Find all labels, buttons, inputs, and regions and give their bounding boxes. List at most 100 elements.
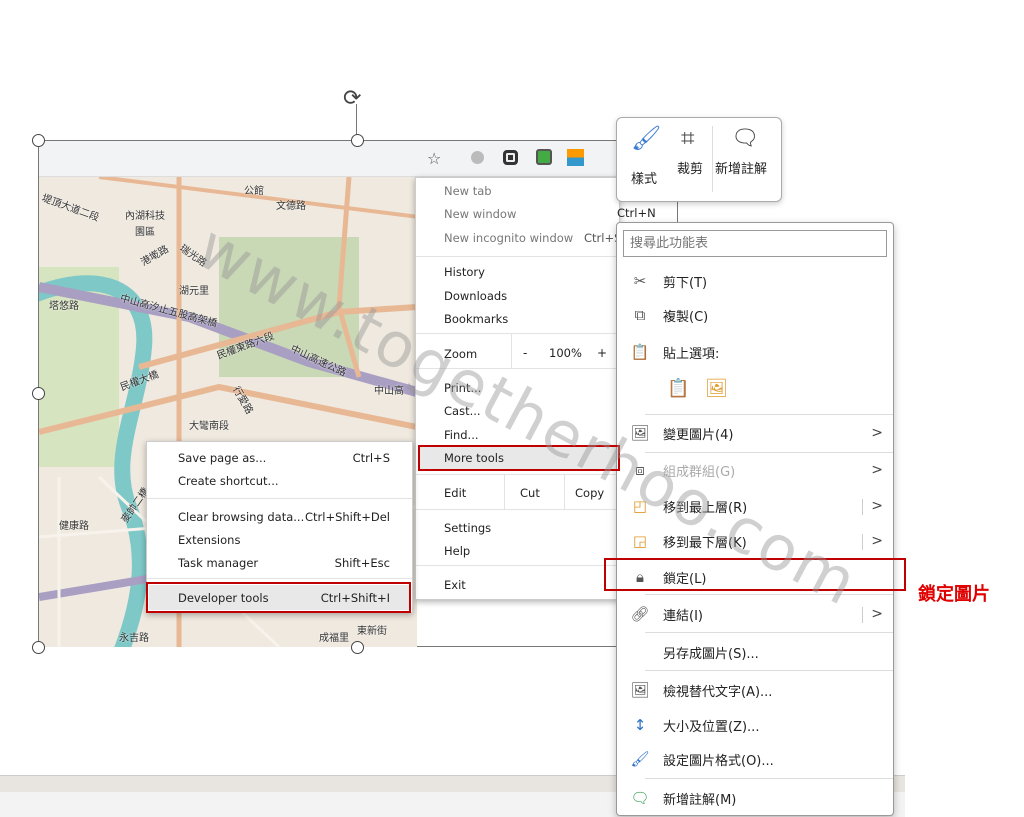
submenu-item-clear-browsing-data[interactable]: Clear browsing data... xyxy=(178,510,304,524)
submenu-item-extensions[interactable]: Extensions xyxy=(178,533,240,547)
menu-item-exit[interactable]: Exit xyxy=(444,578,466,592)
bookmark-star-icon[interactable]: ☆ xyxy=(427,149,441,168)
resize-handle[interactable] xyxy=(351,134,364,147)
extension-icon[interactable] xyxy=(503,150,518,165)
chevron-right-icon[interactable]: > xyxy=(871,533,883,549)
label: 檢視替代文字(A)... xyxy=(663,684,773,700)
menu-item-edit: Edit xyxy=(444,486,467,500)
menu-item-send-to-back[interactable]: ◲ 移到最下層(K) > xyxy=(617,526,893,556)
cut-button[interactable]: Cut xyxy=(520,486,540,500)
paste-picture-icon[interactable]: 🖼 xyxy=(705,378,728,399)
resize-handle[interactable] xyxy=(32,387,45,400)
map-label: 公館 xyxy=(244,186,264,197)
browser-toolbar: ☆ xyxy=(39,141,619,177)
extension-icon[interactable] xyxy=(471,151,484,164)
label: 複製(C) xyxy=(663,309,709,325)
smart-extension-icon[interactable] xyxy=(567,149,584,166)
chevron-right-icon[interactable]: > xyxy=(871,606,883,622)
alt-text-icon: 🖼 xyxy=(630,681,650,699)
label: 連結(I) xyxy=(663,608,703,624)
label: 移到最下層(K) xyxy=(663,535,747,551)
zoom-in-button[interactable]: + xyxy=(597,346,607,360)
highlight-lock xyxy=(604,558,906,591)
chrome-menu: New tab New window New incognito window … xyxy=(415,177,621,600)
menu-item-cut[interactable]: ✂ 剪下(T) xyxy=(617,266,893,296)
menu-item-downloads[interactable]: Downloads xyxy=(444,289,507,303)
label: 新增註解(M) xyxy=(663,792,737,808)
highlight-more-tools xyxy=(418,445,620,471)
group-icon: ⧈ xyxy=(635,461,645,479)
change-picture-icon: 🖼 xyxy=(630,424,650,442)
style-label: 樣式 xyxy=(631,172,658,187)
menu-item-print[interactable]: Print... xyxy=(444,381,481,395)
zoom-level: 100% xyxy=(549,346,582,360)
label: 組成群組(G) xyxy=(663,464,736,480)
map-label: 文德路 xyxy=(276,201,306,212)
new-comment-icon: 🗨 xyxy=(630,789,650,807)
menu-item-new-tab[interactable]: New tab xyxy=(444,184,492,198)
menu-item-format-picture[interactable]: 🖌 設定圖片格式(O)... xyxy=(617,744,893,774)
label: 大小及位置(Z)... xyxy=(663,719,760,735)
comment-plus-icon: 🗨 xyxy=(731,126,759,151)
paste-text-icon[interactable]: 📋 xyxy=(667,378,689,399)
label: 另存成圖片(S)... xyxy=(663,646,759,662)
menu-item-bring-to-front[interactable]: ◰ 移到最上層(R) > xyxy=(617,491,893,521)
label: 貼上選項: xyxy=(663,346,720,362)
extension-icon[interactable] xyxy=(536,149,552,165)
rotate-icon[interactable]: ⟳ xyxy=(343,86,361,111)
menu-item-bookmarks[interactable]: Bookmarks xyxy=(444,312,508,326)
map-label: 中山高 xyxy=(374,386,404,397)
resize-handle[interactable] xyxy=(32,134,45,147)
submenu-item-task-manager[interactable]: Task manager xyxy=(178,556,258,570)
map-label: 永吉路 xyxy=(119,633,149,644)
menu-item-new-window[interactable]: New window xyxy=(444,207,516,221)
shortcut: Ctrl+Shift+Del xyxy=(305,510,390,524)
chevron-right-icon[interactable]: > xyxy=(871,498,883,514)
label: 剪下(T) xyxy=(663,275,708,291)
format-picture-icon: 🖌 xyxy=(630,750,650,768)
annotation-label: 鎖定圖片 xyxy=(918,584,990,605)
map-label: 大彎南段 xyxy=(189,421,229,432)
submenu-item-save-page[interactable]: Save page as... xyxy=(178,451,266,465)
label: 變更圖片(4) xyxy=(663,427,734,443)
menu-item-new-comment[interactable]: 🗨 新增註解(M) xyxy=(617,783,893,813)
link-icon: 🔗︎ xyxy=(630,605,650,623)
copy-icon: ⧉ xyxy=(634,306,646,324)
shortcut: Shift+Esc xyxy=(334,556,390,570)
map-label: 內湖科技 xyxy=(125,211,165,222)
picture-style-icon: 🖌 xyxy=(631,124,662,152)
menu-item-size-position[interactable]: ↕ 大小及位置(Z)... xyxy=(617,710,893,740)
map-label: 東新街 xyxy=(357,626,387,637)
new-comment-label: 新增註解 xyxy=(715,162,768,177)
menu-item-cast[interactable]: Cast... xyxy=(444,404,481,418)
crop-button[interactable]: ⌗ 裁剪 xyxy=(675,124,711,184)
scissors-icon: ✂ xyxy=(633,272,647,290)
menu-item-link[interactable]: 🔗︎ 連結(I) > xyxy=(617,599,893,629)
menu-item-change-picture[interactable]: 🖼 變更圖片(4) > xyxy=(617,418,893,448)
new-comment-button[interactable]: 🗨 新增註解 xyxy=(715,124,779,184)
style-button[interactable]: 🖌 樣式 xyxy=(623,124,675,194)
menu-item-zoom: Zoom xyxy=(444,347,478,361)
map-label: 健康路 xyxy=(59,521,89,532)
menu-item-find[interactable]: Find... xyxy=(444,428,479,442)
label: 移到最上層(R) xyxy=(663,500,748,516)
shortcut: Ctrl+S xyxy=(352,451,390,465)
highlight-developer-tools xyxy=(146,582,411,613)
menu-search-input[interactable] xyxy=(623,230,887,257)
menu-item-alt-text[interactable]: 🖼 檢視替代文字(A)... xyxy=(617,675,893,705)
submenu-item-create-shortcut[interactable]: Create shortcut... xyxy=(178,474,279,488)
copy-button[interactable]: Copy xyxy=(575,486,604,500)
menu-item-settings[interactable]: Settings xyxy=(444,521,491,535)
menu-item-incognito[interactable]: New incognito window xyxy=(444,231,573,245)
clipboard-icon: 📋 xyxy=(630,343,650,361)
resize-handle[interactable] xyxy=(351,641,364,654)
menu-item-copy[interactable]: ⧉ 複製(C) xyxy=(617,300,893,330)
chevron-right-icon: > xyxy=(871,462,883,478)
menu-item-save-as-picture[interactable]: 另存成圖片(S)... xyxy=(617,637,893,667)
menu-item-history[interactable]: History xyxy=(444,265,485,279)
resize-handle[interactable] xyxy=(32,641,45,654)
menu-item-help[interactable]: Help xyxy=(444,544,470,558)
zoom-out-button[interactable]: - xyxy=(523,346,527,360)
new-window-shortcut: Ctrl+N xyxy=(617,206,656,220)
bring-front-icon: ◰ xyxy=(632,497,648,515)
